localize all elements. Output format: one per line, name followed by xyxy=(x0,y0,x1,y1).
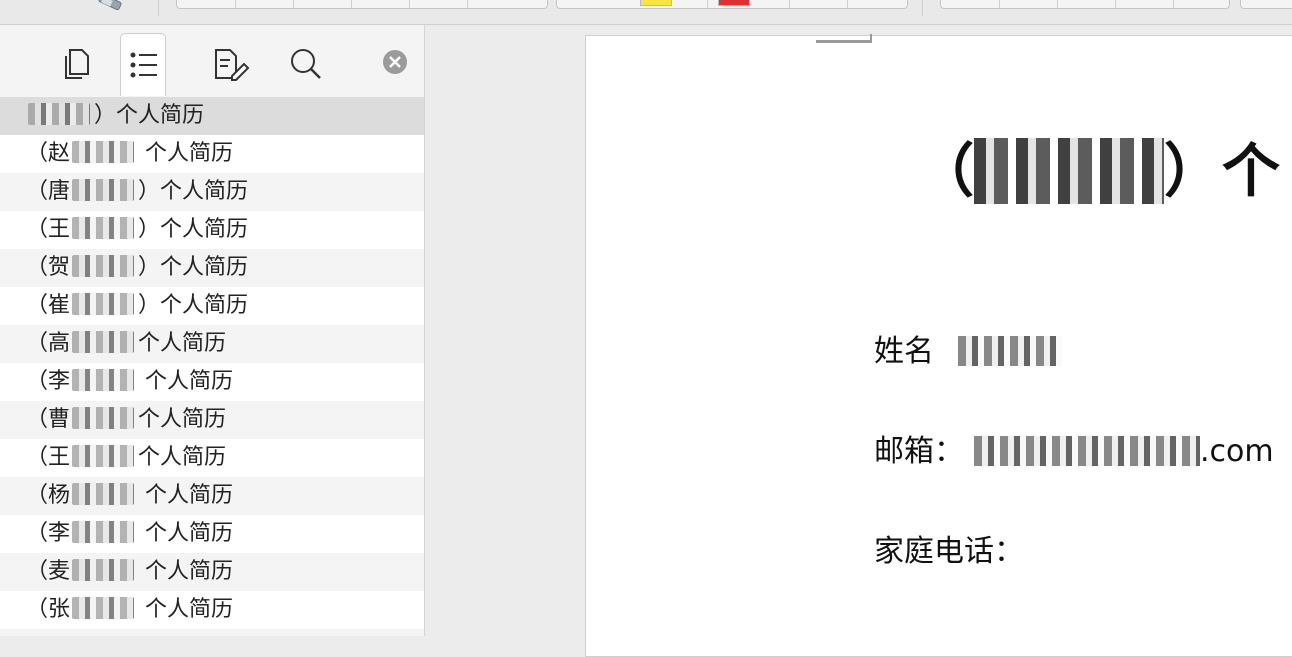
outline-list: ）个人简历 （赵 个人简历 （唐 ）个人简历 （王 ）个人简历 （贺 ）个人简历 （崔 ）个人简历… xyxy=(0,97,424,629)
tab-search[interactable] xyxy=(284,33,328,95)
page-margin-marker xyxy=(816,34,872,43)
outline-item-suffix: ）个人简历 xyxy=(138,179,249,204)
toolbar-segment-more[interactable] xyxy=(1240,0,1292,9)
toolbar-separator xyxy=(158,0,159,16)
outline-item[interactable]: （王 ）个人简历 xyxy=(0,211,424,249)
redacted-name xyxy=(72,179,135,201)
redacted-email-value xyxy=(974,435,1200,466)
outline-item[interactable]: （赵 个人简历 xyxy=(0,135,424,173)
redacted-name xyxy=(72,521,135,543)
toolbar xyxy=(0,0,1292,25)
outline-item-suffix: 个人简历 xyxy=(138,445,227,470)
outline-item[interactable]: （杨 个人简历 xyxy=(0,477,424,515)
outline-item[interactable]: （贺 ）个人简历 xyxy=(0,249,424,287)
outline-item[interactable]: （张 个人简历 xyxy=(0,591,424,629)
document-title: （ ）个 xyxy=(916,124,1280,208)
outline-item-prefix: （曹 xyxy=(26,407,71,432)
annotations-icon xyxy=(215,49,250,81)
outline-item[interactable]: （崔 ）个人简历 xyxy=(0,287,424,325)
document-page: （ ）个 姓名 邮箱： .com 家庭电话： xyxy=(585,34,1292,657)
redacted-name xyxy=(72,141,135,163)
outline-item-prefix: （李 xyxy=(26,521,71,546)
redacted-name xyxy=(72,483,135,505)
redacted-name xyxy=(72,597,135,619)
outline-item-suffix: 个人简历 xyxy=(138,369,234,394)
email-suffix: .com xyxy=(1200,434,1274,469)
highlighter-icon[interactable] xyxy=(96,0,126,14)
redacted-name xyxy=(28,103,90,125)
red-swatch[interactable] xyxy=(718,0,750,6)
redacted-name xyxy=(72,331,135,353)
outline-item[interactable]: （王 个人简历 xyxy=(0,439,424,477)
outline-item-suffix: 个人简历 xyxy=(138,483,234,508)
name-field: 姓名 xyxy=(874,326,1062,370)
outline-item[interactable]: （唐 ）个人简历 xyxy=(0,173,424,211)
toolbar-separator xyxy=(922,0,923,16)
outline-item-prefix: （高 xyxy=(26,331,71,356)
outline-item[interactable]: （高 个人简历 xyxy=(0,325,424,363)
outline-item-prefix: （杨 xyxy=(26,483,71,508)
outline-item[interactable]: （李 个人简历 xyxy=(0,363,424,401)
outline-item-suffix: 个人简历 xyxy=(138,597,234,622)
outline-item-suffix: 个人简历 xyxy=(138,407,227,432)
redacted-name xyxy=(72,445,135,467)
outline-item-suffix: 个人简历 xyxy=(138,331,227,356)
tab-thumbnails[interactable] xyxy=(56,33,100,95)
sidebar-tabs xyxy=(0,25,424,97)
outline-item-prefix: （贺 xyxy=(26,255,71,280)
title-suffix: ）个 xyxy=(1164,137,1281,205)
tab-annotations[interactable] xyxy=(208,33,252,95)
sidebar-close-button[interactable] xyxy=(382,49,408,75)
outline-item-suffix: 个人简历 xyxy=(138,141,234,166)
toolbar-segment-tools[interactable] xyxy=(176,0,548,9)
yellow-swatch[interactable] xyxy=(640,0,672,6)
outline-item-prefix: （张 xyxy=(26,597,71,622)
redacted-name xyxy=(72,369,135,391)
outline-item-suffix: 个人简历 xyxy=(138,521,234,546)
redacted-name xyxy=(72,217,135,239)
toolbar-segment-view[interactable] xyxy=(940,0,1230,9)
page-thumbnails-icon xyxy=(65,49,89,79)
redacted-name xyxy=(72,407,135,429)
outline-item[interactable]: （李 个人简历 xyxy=(0,515,424,553)
outline-item[interactable]: （麦 个人简历 xyxy=(0,553,424,591)
outline-item-suffix: 个人简历 xyxy=(138,559,234,584)
sidebar: ）个人简历 （赵 个人简历 （唐 ）个人简历 （王 ）个人简历 （贺 ）个人简历 （崔 ）个人简历… xyxy=(0,25,425,636)
name-label: 姓名 xyxy=(874,334,934,369)
tab-outline[interactable] xyxy=(120,33,166,96)
outline-item[interactable]: （曹 个人简历 xyxy=(0,401,424,439)
home-phone-field: 家庭电话： xyxy=(874,526,1024,570)
outline-item-prefix: （赵 xyxy=(26,141,71,166)
close-circle-icon xyxy=(383,50,407,74)
outline-item-prefix: （崔 xyxy=(26,293,71,318)
title-prefix: （ xyxy=(916,137,975,205)
list-outline-icon xyxy=(130,52,157,78)
outline-item-suffix: ）个人简历 xyxy=(138,217,249,242)
redacted-name xyxy=(72,293,135,315)
redacted-name xyxy=(72,255,135,277)
outline-item-prefix: （王 xyxy=(26,445,71,470)
email-label: 邮箱： xyxy=(874,434,964,469)
outline-item-prefix: （李 xyxy=(26,369,71,394)
document-canvas[interactable]: （ ）个 姓名 邮箱： .com 家庭电话： xyxy=(425,25,1292,657)
home-phone-label: 家庭电话： xyxy=(874,534,1024,569)
email-field: 邮箱： .com xyxy=(874,426,1274,470)
outline-item-prefix: （王 xyxy=(26,217,71,242)
redacted-name xyxy=(72,559,135,581)
outline-item-suffix: ）个人简历 xyxy=(138,255,249,280)
redacted-name-value xyxy=(958,335,1062,366)
outline-item-prefix: （唐 xyxy=(26,179,71,204)
redacted-name xyxy=(974,137,1165,204)
outline-item[interactable]: ）个人简历 xyxy=(0,97,424,135)
outline-item-suffix: ）个人简历 xyxy=(138,293,249,318)
outline-item-suffix: ）个人简历 xyxy=(94,103,205,128)
search-icon xyxy=(291,49,321,79)
outline-item-prefix: （麦 xyxy=(26,559,71,584)
